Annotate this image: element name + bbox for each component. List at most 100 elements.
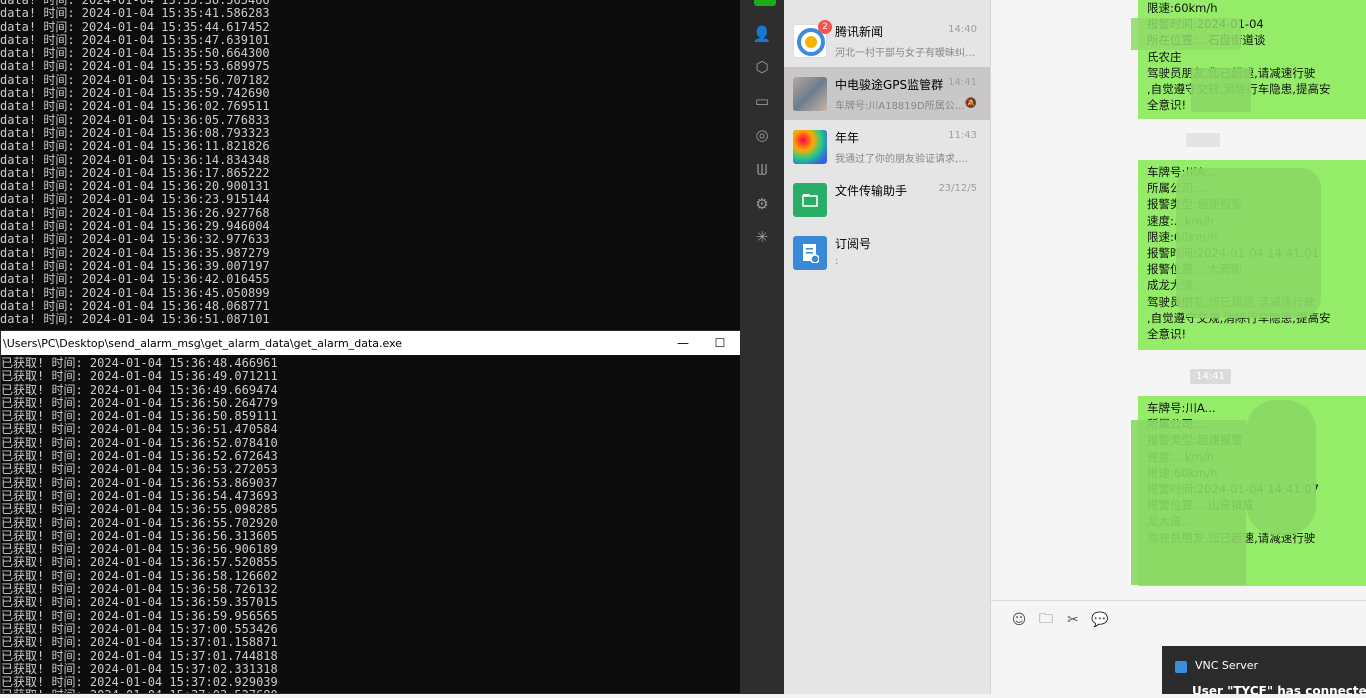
maximize-button[interactable]: ☐ [701, 331, 739, 355]
console-line: 已获取! 时间: 2024-01-04 15:37:03.527680 [1, 689, 761, 693]
console-line: 已获取! 时间: 2024-01-04 15:36:58.126602 [1, 568, 278, 583]
vnc-logo-icon [1175, 661, 1187, 673]
console-line: 已获取! 时间: 2024-01-04 15:36:56.313605 [1, 528, 278, 543]
console-line: 已获取! 时间: 2024-01-04 15:36:50.859111 [1, 409, 278, 424]
redaction-mosaic [1246, 400, 1316, 535]
chat-preview: 河北一村干部与女子有暧昧纠… [835, 48, 975, 59]
console-line: 已获取! 时间: 2024-01-04 15:36:52.078410 [1, 435, 278, 450]
redaction-mosaic [1191, 68, 1251, 112]
chat-time: 14:41 [948, 77, 977, 88]
console-line: data! 时间: 2024-01-04 15:36:14.834348 [0, 152, 270, 167]
vnc-message: User "TYCF" has connected [1192, 684, 1366, 698]
message-line: ,自觉遵守交规,消除行车隐患,提高安 [1147, 81, 1359, 97]
console-line: data! 时间: 2024-01-04 15:36:32.977633 [0, 232, 270, 247]
console-window-front[interactable]: \Users\PC\Desktop\send_alarm_msg\get_ala… [0, 330, 776, 694]
wechat-sidebar: 👤 ⬡ ▭ ◎ ᗯ ⚙ ✳ [740, 0, 784, 694]
chat-item-gps-group[interactable]: 中电骏途GPS监管群 车牌号:川A18819D所属公… 14:41 🔕 [784, 67, 990, 120]
console-line: data! 时间: 2024-01-04 15:36:20.900131 [0, 179, 270, 194]
chat-avatar [793, 130, 827, 164]
console-line: 已获取! 时间: 2024-01-04 15:36:52.672643 [1, 449, 278, 464]
console-line: data! 时间: 2024-01-04 15:36:42.016455 [0, 272, 270, 287]
console-line: data! 时间: 2024-01-04 15:36:35.987279 [0, 245, 270, 260]
subscription-icon [793, 236, 827, 270]
chat-name: 订阅号 [835, 237, 872, 251]
vnc-notification[interactable]: VNC Server User "TYCF" has connected [1162, 646, 1366, 698]
chat-item-subscriptions[interactable]: 订阅号 : [784, 226, 990, 279]
console-line: 已获取! 时间: 2024-01-04 15:36:54.473693 [1, 488, 278, 503]
chat-time: 23/12/5 [938, 183, 977, 194]
console-line: data! 时间: 2024-01-04 15:35:41.586283 [0, 6, 270, 21]
console-line: 已获取! 时间: 2024-01-04 15:36:53.869037 [1, 475, 278, 490]
console-line: 已获取! 时间: 2024-01-04 15:36:49.071211 [1, 369, 278, 384]
chat-preview: : [835, 256, 839, 267]
chat-preview: 我通过了你的朋友验证请求,… [835, 154, 969, 165]
console-line: 已获取! 时间: 2024-01-04 15:37:00.553426 [1, 621, 278, 636]
console-line: data! 时间: 2024-01-04 15:35:44.617452 [0, 19, 270, 34]
sparkle-icon[interactable]: ✳ [750, 225, 774, 249]
console-line: 已获取! 时间: 2024-01-04 15:36:59.956565 [1, 608, 278, 623]
message-line: 全意识! [1147, 98, 1187, 113]
console-line: 已获取! 时间: 2024-01-04 15:36:55.702920 [1, 515, 278, 530]
chat-bubble-icon[interactable]: 💬 [1090, 610, 1110, 630]
miniprogram-icon[interactable]: ᗯ [750, 158, 774, 182]
console-line: data! 时间: 2024-01-04 15:36:45.050899 [0, 285, 270, 300]
user-avatar[interactable] [754, 0, 776, 6]
redaction-mosaic [1176, 168, 1321, 318]
chat-name: 文件传输助手 [835, 184, 908, 198]
chat-avatar [793, 77, 827, 111]
console-line: data! 时间: 2024-01-04 15:35:53.689975 [0, 59, 270, 74]
redaction-mosaic [1186, 133, 1220, 147]
unread-badge: 2 [818, 20, 832, 34]
redaction-mosaic [1131, 420, 1246, 585]
console-line: 已获取! 时间: 2024-01-04 15:36:50.264779 [1, 395, 278, 410]
contacts-icon[interactable]: 👤 [750, 22, 774, 46]
folder-icon[interactable]: ▭ [750, 89, 774, 113]
chat-time: 11:43 [948, 130, 977, 141]
minimize-button[interactable]: — [664, 331, 702, 355]
message-line: 驾驶员朋友,您已超速,请减速行驶 [1147, 65, 1359, 81]
redaction-mosaic [1131, 18, 1241, 50]
chat-item-file-transfer[interactable]: 文件传输助手 23/12/5 [784, 173, 990, 226]
console-line: data! 时间: 2024-01-04 15:36:26.927768 [0, 205, 270, 220]
cube-icon[interactable]: ⬡ [750, 55, 774, 79]
folder-icon[interactable]: 🗀 [1036, 610, 1056, 630]
chat-item-tencent-news[interactable]: 2 腾讯新闻 河北一村干部与女子有暧昧纠… 14:40 [784, 14, 990, 67]
console-line: 已获取! 时间: 2024-01-04 15:36:51.470584 [1, 422, 278, 437]
console-line: 已获取! 时间: 2024-01-04 15:37:02.331318 [1, 661, 278, 676]
chat-list: 2 腾讯新闻 河北一村干部与女子有暧昧纠… 14:40 中电骏途GPS监管群 车… [784, 0, 990, 694]
console-back-output: data! 时间: 2024-01-04 15:35:38.565466 data… [0, 0, 740, 326]
chat-name: 中电骏途GPS监管群 [835, 78, 944, 92]
console-line: 已获取! 时间: 2024-01-04 15:37:01.158871 [1, 635, 278, 650]
console-line: 已获取! 时间: 2024-01-04 15:36:56.906189 [1, 542, 278, 557]
console-line: data! 时间: 2024-01-04 15:36:39.007197 [0, 258, 270, 273]
scissors-icon[interactable]: ✂ [1063, 610, 1083, 630]
message-line: 限速:60km/h [1147, 1, 1218, 15]
console-titlebar[interactable]: \Users\PC\Desktop\send_alarm_msg\get_ala… [1, 331, 775, 355]
console-line: data! 时间: 2024-01-04 15:35:47.639101 [0, 32, 270, 47]
console-line: data! 时间: 2024-01-04 15:35:56.707182 [0, 72, 270, 87]
console-line: 已获取! 时间: 2024-01-04 15:36:53.272053 [1, 462, 278, 477]
chat-name: 年年 [835, 131, 860, 145]
chat-name: 腾讯新闻 [835, 25, 884, 39]
chat-item-niannian[interactable]: 年年 我通过了你的朋友验证请求,… 11:43 [784, 120, 990, 173]
console-front-output: 已获取! 时间: 2024-01-04 15:36:48.466961 已获取! … [1, 355, 761, 693]
console-line: 已获取! 时间: 2024-01-04 15:36:57.520855 [1, 555, 278, 570]
console-line: 已获取! 时间: 2024-01-04 15:36:58.726132 [1, 582, 278, 597]
console-line: data! 时间: 2024-01-04 15:36:17.865222 [0, 165, 270, 180]
console-line: data! 时间: 2024-01-04 15:36:11.821826 [0, 139, 270, 154]
emoji-icon[interactable]: ☺ [1009, 610, 1029, 630]
console-line: data! 时间: 2024-01-04 15:35:59.742690 [0, 86, 270, 101]
console-line: 已获取! 时间: 2024-01-04 15:36:59.357015 [1, 595, 278, 610]
conversation-panel: 限速:60km/h报警时间:2024-01-04所在位置:...石盘街道谈氏农庄… [990, 0, 1366, 695]
console-line: data! 时间: 2024-01-04 15:36:29.946004 [0, 219, 270, 234]
file-transfer-icon [793, 183, 827, 217]
console-line: 已获取! 时间: 2024-01-04 15:36:48.466961 [1, 356, 278, 370]
console-line: data! 时间: 2024-01-04 15:36:51.087101 [0, 312, 270, 327]
console-line: data! 时间: 2024-01-04 15:36:02.769511 [0, 99, 270, 114]
moments-icon[interactable]: ◎ [750, 123, 774, 147]
console-line: 已获取! 时间: 2024-01-04 15:36:55.098285 [1, 502, 278, 517]
console-line: 已获取! 时间: 2024-01-04 15:37:01.744818 [1, 648, 278, 663]
console-line: data! 时间: 2024-01-04 15:36:05.776833 [0, 112, 270, 127]
console-title: \Users\PC\Desktop\send_alarm_msg\get_ala… [3, 336, 403, 350]
settings-icon[interactable]: ⚙ [750, 192, 774, 216]
